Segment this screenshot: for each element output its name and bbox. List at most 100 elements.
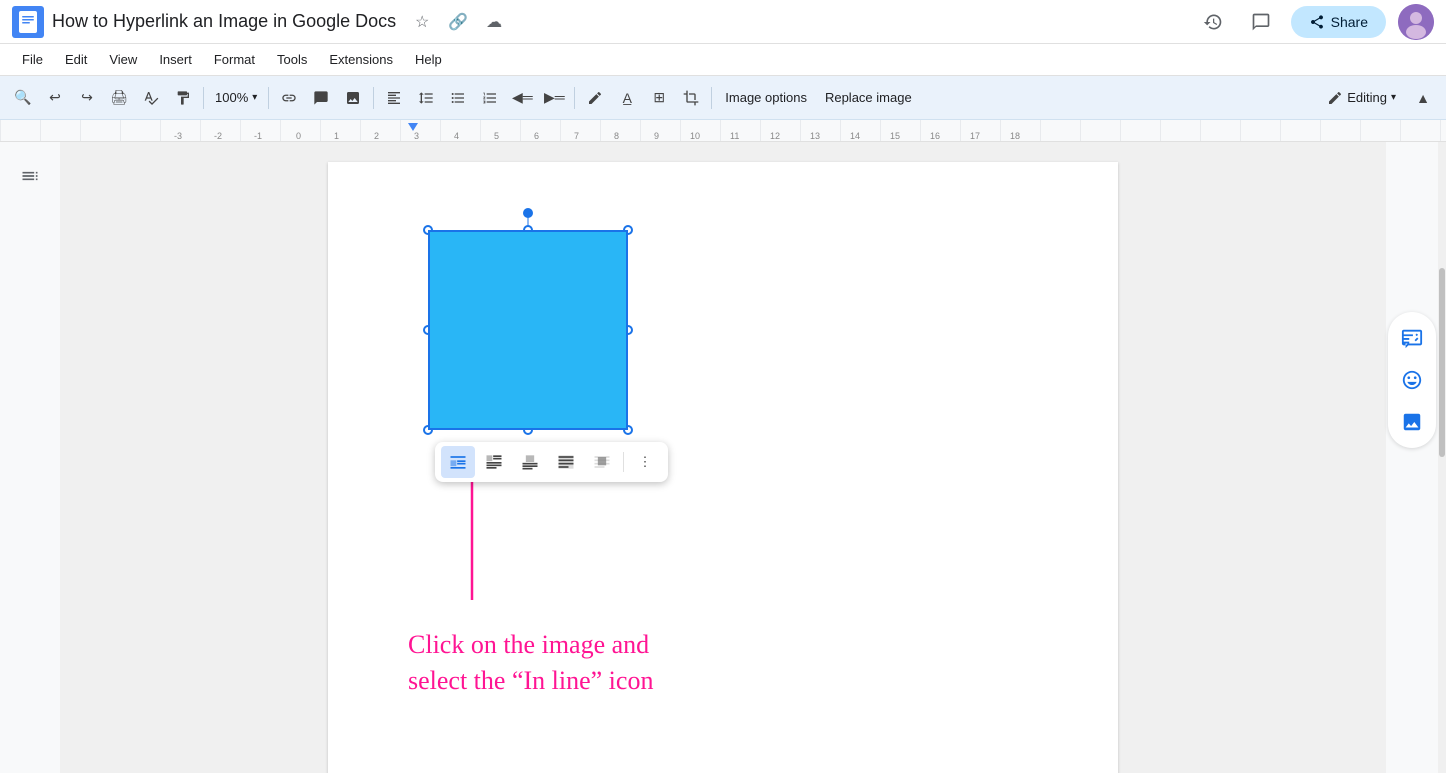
zoom-chevron: ▾ [252,92,257,103]
highlight-btn[interactable]: A̲ [612,83,642,113]
ruler-number: 9 [654,131,659,141]
zoom-select[interactable]: 100% ▾ [209,84,263,112]
format-paint-btn[interactable] [168,83,198,113]
toolbar: 🔍 ↩ ↪ 🖨 100% ▾ ◀═ ▶═ A̲ ⊞ [0,76,1446,120]
ruler-number: 16 [930,131,940,141]
star-icon[interactable]: ☆ [408,8,436,36]
avatar[interactable] [1398,4,1434,40]
doc-area[interactable]: ⋮ Click on the image and select the “In … [60,142,1386,773]
ruler-number: 2 [374,131,379,141]
numbered-list-btn[interactable] [475,83,505,113]
border-btn[interactable]: ⊞ [644,83,674,113]
replace-image-btn[interactable]: Replace image [817,84,920,112]
align-btn[interactable] [379,83,409,113]
spellcheck-btn[interactable] [136,83,166,113]
img-tb-separator [623,452,624,472]
ruler-number: 5 [494,131,499,141]
menu-format[interactable]: Format [204,48,265,71]
outline-icon[interactable] [12,158,48,194]
image-options-btn[interactable]: Image options [717,84,815,112]
comments-btn[interactable] [1243,4,1279,40]
history-btn[interactable] [1195,4,1231,40]
image-btn[interactable] [338,83,368,113]
share-label: Share [1331,14,1368,30]
right-scrollbar[interactable] [1438,142,1446,773]
ruler-number: -1 [254,131,262,141]
image-container[interactable] [428,230,628,430]
share-button[interactable]: Share [1291,6,1386,38]
crop-btn[interactable] [676,83,706,113]
editing-chevron: ▾ [1391,92,1396,103]
cloud-icon[interactable]: ☁ [480,8,508,36]
ruler-number: 8 [614,131,619,141]
menu-tools[interactable]: Tools [267,48,317,71]
pen-color-btn[interactable] [580,83,610,113]
right-panel [1386,142,1438,773]
img-inline-btn[interactable] [441,446,475,478]
ruler-number: 10 [690,131,700,141]
document-page: ⋮ Click on the image and select the “In … [328,162,1118,773]
menu-insert[interactable]: Insert [149,48,202,71]
replace-image-label: Replace image [825,90,912,105]
menu-edit[interactable]: Edit [55,48,97,71]
ruler-number: 17 [970,131,980,141]
doc-title: How to Hyperlink an Image in Google Docs [52,11,396,32]
img-behind-text-btn[interactable] [549,446,583,478]
img-break-text-btn[interactable] [513,446,547,478]
sep3 [373,87,374,109]
menu-help[interactable]: Help [405,48,452,71]
image-options-label: Image options [725,90,807,105]
scroll-thumb[interactable] [1439,268,1445,457]
ruler-number: 12 [770,131,780,141]
undo-btn[interactable]: ↩ [40,83,70,113]
ruler-number: 18 [1010,131,1020,141]
ruler-number: 0 [296,131,301,141]
print-btn[interactable]: 🖨 [104,83,134,113]
ruler-number: 1 [334,131,339,141]
line-spacing-btn[interactable] [411,83,441,113]
annotation-line2: select the “In line” icon [408,663,653,699]
menu-bar: File Edit View Insert Format Tools Exten… [0,44,1446,76]
title-bar: How to Hyperlink an Image in Google Docs… [0,0,1446,44]
sep5 [711,87,712,109]
redo-btn[interactable]: ↪ [72,83,102,113]
img-in-front-btn[interactable] [585,446,619,478]
indent-decrease-btn[interactable]: ◀═ [507,83,537,113]
app-icon [12,6,44,38]
add-emoji-btn[interactable] [1394,362,1430,398]
menu-file[interactable]: File [12,48,53,71]
ruler-number: 7 [574,131,579,141]
menu-view[interactable]: View [99,48,147,71]
img-more-btn[interactable]: ⋮ [628,446,662,478]
sep1 [203,87,204,109]
search-btn[interactable]: 🔍 [8,83,38,113]
link-btn[interactable] [274,83,304,113]
menu-extensions[interactable]: Extensions [319,48,403,71]
add-image-btn[interactable] [1394,404,1430,440]
editing-toggle[interactable]: Editing ▾ [1317,86,1406,110]
main-area: ⋮ Click on the image and select the “In … [0,142,1446,773]
ruler-tab [408,123,418,131]
img-wrap-text-btn[interactable] [477,446,511,478]
ruler-number: 14 [850,131,860,141]
right-panel-widget [1388,312,1436,448]
selected-image[interactable] [428,230,628,430]
ruler-number: -3 [174,131,182,141]
add-comment-btn[interactable] [1394,320,1430,356]
indent-increase-btn[interactable]: ▶═ [539,83,569,113]
zoom-value: 100% [215,90,248,105]
rotation-handle[interactable] [523,208,533,218]
comment-btn[interactable] [306,83,336,113]
image-toolbar: ⋮ [435,442,668,482]
sep2 [268,87,269,109]
ruler-number: 4 [454,131,459,141]
list-btn[interactable] [443,83,473,113]
annotation-line1: Click on the image and [408,627,653,663]
history-icon[interactable]: 🔗 [444,8,472,36]
ruler-number: 6 [534,131,539,141]
editing-label: Editing [1347,90,1387,105]
collapse-btn[interactable]: ▲ [1408,83,1438,113]
left-sidebar [0,142,60,773]
ruler-number: 15 [890,131,900,141]
annotation-text: Click on the image and select the “In li… [408,627,653,700]
